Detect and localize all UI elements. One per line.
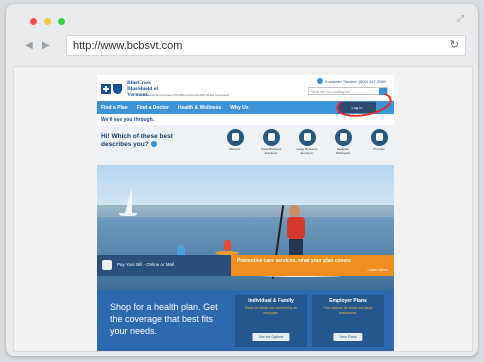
address-bar[interactable]: http://www.bcbsvt.com ↻ <box>66 35 466 56</box>
preventive-care-banner[interactable]: Preventive care services, what your plan… <box>231 255 394 276</box>
maximize-window-button[interactable] <box>58 18 65 25</box>
customer-service[interactable]: Customer Service: (800) 247-2583 <box>316 78 386 84</box>
blue-shield-icon <box>113 84 122 94</box>
medicare-icon <box>334 129 352 146</box>
see-options-button[interactable]: See the Options <box>252 333 290 341</box>
small-business-icon <box>262 129 280 146</box>
bcbsvt-homepage: BlueCross BlueShield of Vermont An indep… <box>97 75 394 351</box>
plan-title: Employer Plans <box>329 298 367 304</box>
pay-bill-banner[interactable]: Pay Your Bill - Online or Mail <box>97 255 231 276</box>
site-subtitle: We'll see you through. <box>101 117 155 123</box>
window-controls <box>30 18 65 25</box>
audience-large-business[interactable]: Large Business Employer <box>294 129 320 155</box>
member-icon <box>226 129 244 146</box>
shop-headline: Shop for a health plan. Get the coverage… <box>110 302 218 336</box>
pay-bill-text: Pay Your Bill - Online or Mail <box>117 262 175 267</box>
nav-health-wellness[interactable]: Health & Wellness <box>178 105 221 111</box>
provider-icon <box>370 129 388 146</box>
browser-window: ⤢ ◀ ▶ http://www.bcbsvt.com ↻ BlueCross … <box>6 4 478 356</box>
individual-family-card: Individual & Family Plans for those not … <box>235 295 307 347</box>
url-text[interactable]: http://www.bcbsvt.com <box>67 40 182 52</box>
sailboat-image <box>125 187 132 213</box>
kayaker <box>224 240 231 251</box>
shop-section: Shop for a health plan. Get the coverage… <box>97 290 394 351</box>
learn-more-link[interactable]: Learn More <box>368 267 388 272</box>
paddleboarder <box>287 217 305 239</box>
plan-title: Individual & Family <box>248 298 294 304</box>
back-arrow-icon[interactable]: ◀ <box>25 40 33 51</box>
help-icon[interactable] <box>150 141 157 148</box>
employer-plans-card: Employer Plans Plan options for small an… <box>312 295 384 347</box>
nav-find-a-doctor[interactable]: Find a Doctor <box>137 105 169 111</box>
audience-member[interactable]: Member <box>222 129 248 155</box>
plan-description: Plans for those not covered by an employ… <box>244 306 298 315</box>
minimize-window-button[interactable] <box>44 18 51 25</box>
page-viewport: BlueCross BlueShield of Vermont An indep… <box>13 66 473 352</box>
fullscreen-icon[interactable]: ⤢ <box>457 14 464 24</box>
audience-selector: Hi! Which of these best describes you? M… <box>97 125 394 165</box>
customer-service-text: Customer Service: (800) 247-2583 <box>324 78 386 84</box>
info-icon <box>316 78 323 84</box>
plan-description: Plan options for small and large busines… <box>323 306 373 315</box>
view-plans-button[interactable]: View Plans <box>333 333 363 341</box>
large-business-icon <box>298 129 316 146</box>
audience-small-business[interactable]: Small Business Employer <box>258 129 284 155</box>
nav-find-a-plan[interactable]: Find a Plan <box>101 105 128 111</box>
blue-cross-icon <box>101 84 111 94</box>
audience-provider[interactable]: Provider <box>366 129 392 155</box>
reload-icon[interactable]: ↻ <box>450 38 459 51</box>
nav-why-us[interactable]: Why Us <box>230 105 248 111</box>
search-placeholder: What are you looking for? <box>311 90 351 94</box>
forward-arrow-icon[interactable]: ▶ <box>42 40 50 51</box>
logo-tagline: An independent licensee of the Blue Cros… <box>141 93 230 97</box>
welcome-question: Hi! Which of these best describes you? <box>101 133 173 148</box>
audience-medicare[interactable]: Medicare Participant <box>330 129 356 155</box>
card-icon <box>102 260 112 270</box>
preventive-care-text: Preventive care services, what your plan… <box>237 258 351 264</box>
close-window-button[interactable] <box>30 18 37 25</box>
